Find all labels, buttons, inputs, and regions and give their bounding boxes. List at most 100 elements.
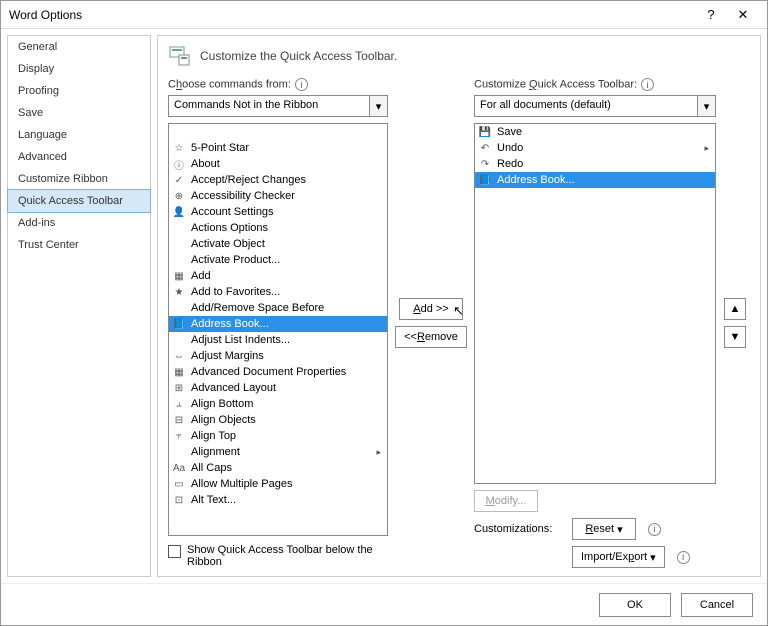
info-icon[interactable]: i — [641, 78, 654, 91]
list-item[interactable]: ⓘ About — [169, 156, 387, 172]
sidebar-item-display[interactable]: Display — [8, 58, 150, 80]
submenu-arrow-icon: ▸ — [376, 447, 381, 458]
command-icon: ⓘ — [171, 157, 187, 171]
command-label: Advanced Document Properties — [191, 366, 346, 378]
caret-down-icon: ▾ — [650, 551, 656, 564]
list-separator[interactable] — [169, 124, 387, 140]
command-label: Align Bottom — [191, 398, 253, 410]
transfer-buttons-column: Add >>↖ << Remove — [396, 78, 466, 568]
sidebar-item-add-ins[interactable]: Add-ins — [8, 212, 150, 234]
customize-qat-combo[interactable]: For all documents (default) ▾ — [474, 95, 716, 117]
list-item[interactable]: Actions Options — [169, 220, 387, 236]
list-item[interactable]: Alignment▸ — [169, 444, 387, 460]
remove-button[interactable]: << Remove — [395, 326, 467, 348]
command-label: 5-Point Star — [191, 142, 249, 154]
list-item[interactable]: 👤 Account Settings — [169, 204, 387, 220]
command-icon: 📘 — [171, 317, 187, 331]
list-item[interactable]: ▦Add — [169, 268, 387, 284]
sidebar-item-trust-center[interactable]: Trust Center — [8, 234, 150, 256]
command-label: Adjust List Indents... — [191, 334, 290, 346]
move-down-button[interactable]: ▼ — [724, 326, 746, 348]
list-item[interactable]: Activate Object — [169, 236, 387, 252]
command-label: Activate Product... — [191, 254, 280, 266]
close-button[interactable]: ✕ — [727, 7, 759, 23]
list-item[interactable]: AaAll Caps — [169, 460, 387, 476]
sidebar-item-proofing[interactable]: Proofing — [8, 80, 150, 102]
info-icon[interactable]: i — [295, 78, 308, 91]
dialog-footer: OK Cancel — [1, 583, 767, 625]
sidebar-item-general[interactable]: General — [8, 36, 150, 58]
show-below-ribbon-checkbox[interactable]: Show Quick Access Toolbar below the Ribb… — [168, 544, 388, 568]
sidebar-item-quick-access-toolbar[interactable]: Quick Access Toolbar — [7, 189, 151, 213]
command-label: Add/Remove Space Before — [191, 302, 324, 314]
list-item[interactable]: Add/Remove Space Before — [169, 300, 387, 316]
list-item[interactable]: ☆ 5-Point Star — [169, 140, 387, 156]
list-item[interactable]: ⇔ Adjust Margins — [169, 348, 387, 364]
command-icon: ⊟ — [171, 413, 187, 427]
list-item[interactable]: ⫧Align Top — [169, 428, 387, 444]
list-item[interactable]: ★ Add to Favorites... — [169, 284, 387, 300]
chevron-down-icon: ▾ — [697, 96, 715, 116]
available-commands-list[interactable]: ☆ 5-Point Star ⓘ About ✓Accept/Reject Change… — [168, 123, 388, 536]
info-icon[interactable]: i — [677, 551, 690, 564]
command-icon: ⊡ — [171, 493, 187, 507]
sidebar-item-save[interactable]: Save — [8, 102, 150, 124]
command-label: Undo — [497, 142, 523, 154]
list-item[interactable]: 📘Address Book... — [475, 172, 715, 188]
list-item[interactable]: ⊕Accessibility Checker — [169, 188, 387, 204]
list-item[interactable]: ⊟Align Objects — [169, 412, 387, 428]
command-label: About — [191, 158, 220, 170]
reorder-buttons-column: ▲ ▼ — [724, 78, 750, 568]
command-icon: ↶ — [477, 141, 493, 155]
reset-button[interactable]: Reset ▾ — [572, 518, 636, 540]
command-label: Account Settings — [191, 206, 274, 218]
command-icon: ▦ — [171, 269, 187, 283]
info-icon[interactable]: i — [648, 523, 661, 536]
command-icon: Aa — [171, 461, 187, 475]
command-icon: ☆ — [171, 141, 187, 155]
list-item[interactable]: ✓Accept/Reject Changes — [169, 172, 387, 188]
sidebar-item-advanced[interactable]: Advanced — [8, 146, 150, 168]
list-item[interactable]: ⊡Alt Text... — [169, 492, 387, 508]
list-item[interactable]: Adjust List Indents... — [169, 332, 387, 348]
ok-button[interactable]: OK — [599, 593, 671, 617]
list-item[interactable]: ↷Redo — [475, 156, 715, 172]
list-item[interactable]: Activate Product... — [169, 252, 387, 268]
current-qat-list[interactable]: 💾Save↶Undo▸↷Redo📘Address Book... — [474, 123, 716, 484]
dialog-title: Word Options — [9, 8, 695, 22]
move-up-button[interactable]: ▲ — [724, 298, 746, 320]
choose-commands-combo[interactable]: Commands Not in the Ribbon ▾ — [168, 95, 388, 117]
customize-qat-label: Customize Quick Access Toolbar:i — [474, 78, 716, 91]
sidebar-item-customize-ribbon[interactable]: Customize Ribbon — [8, 168, 150, 190]
add-button[interactable]: Add >>↖ — [399, 298, 463, 320]
command-label: Advanced Layout — [191, 382, 276, 394]
import-export-button[interactable]: Import/Export ▾ — [572, 546, 665, 568]
command-icon: 👤 — [171, 205, 187, 219]
command-icon — [171, 445, 187, 459]
chevron-down-icon: ▾ — [369, 96, 387, 116]
list-item[interactable]: ▭Allow Multiple Pages — [169, 476, 387, 492]
list-item[interactable]: 💾Save — [475, 124, 715, 140]
command-icon: ★ — [171, 285, 187, 299]
list-item[interactable]: ↶Undo▸ — [475, 140, 715, 156]
cancel-button[interactable]: Cancel — [681, 593, 753, 617]
command-icon: ⇔ — [171, 349, 187, 363]
list-item[interactable]: 📘Address Book... — [169, 316, 387, 332]
command-label: Add to Favorites... — [191, 286, 280, 298]
titlebar: Word Options ? ✕ — [1, 1, 767, 29]
header-text: Customize the Quick Access Toolbar. — [200, 49, 397, 63]
list-item[interactable]: ▦Advanced Document Properties — [169, 364, 387, 380]
sidebar-item-language[interactable]: Language — [8, 124, 150, 146]
command-label: Accessibility Checker — [191, 190, 295, 202]
command-label: Allow Multiple Pages — [191, 478, 293, 490]
list-item[interactable]: ⊞ Advanced Layout — [169, 380, 387, 396]
command-label: Actions Options — [191, 222, 268, 234]
checkbox-box — [168, 545, 181, 558]
cursor-icon: ↖ — [453, 303, 464, 319]
command-icon — [171, 301, 187, 315]
command-icon: ⊞ — [171, 381, 187, 395]
help-button[interactable]: ? — [695, 7, 727, 22]
category-sidebar: GeneralDisplayProofingSaveLanguageAdvanc… — [7, 35, 151, 577]
list-item[interactable]: ⫨Align Bottom — [169, 396, 387, 412]
command-label: Adjust Margins — [191, 350, 264, 362]
